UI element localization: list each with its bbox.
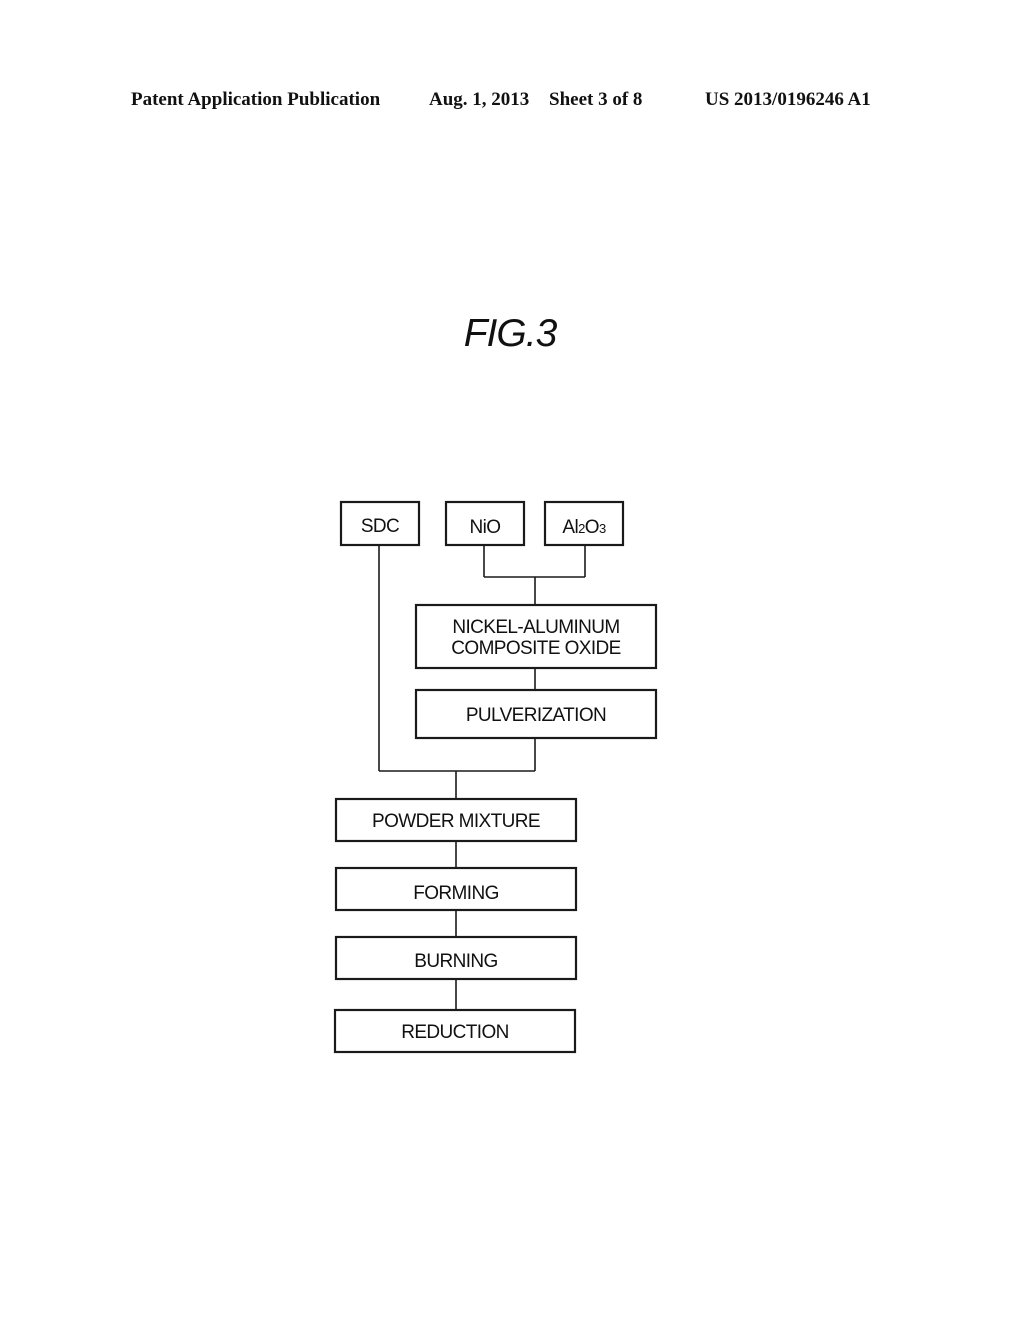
node-reduction: REDUCTION — [333, 1008, 577, 1054]
node-nio-label: NiO — [470, 517, 501, 538]
node-al2o3: Al2O3 — [543, 500, 625, 547]
node-burning: BURNING — [334, 935, 578, 981]
node-nio: NiO — [444, 500, 526, 547]
node-composite-label-line2: COMPOSITE OXIDE — [451, 638, 620, 659]
node-forming-label: FORMING — [413, 883, 499, 904]
node-burning-label: BURNING — [414, 951, 497, 972]
node-nickel-aluminum-composite-oxide: NICKEL-ALUMINUM COMPOSITE OXIDE — [414, 603, 658, 670]
node-reduction-label: REDUCTION — [401, 1022, 509, 1043]
node-pulverization: PULVERIZATION — [414, 688, 658, 740]
node-powder-mixture: POWDER MIXTURE — [334, 797, 578, 843]
node-powder-mixture-label: POWDER MIXTURE — [372, 811, 540, 832]
process-flow-diagram: SDC NiO Al2O3 NICKEL-ALUMINUM COMPOSITE … — [333, 500, 658, 1054]
node-sdc: SDC — [339, 500, 421, 547]
node-composite-label-line1: NICKEL-ALUMINUM — [452, 617, 619, 638]
node-sdc-label: SDC — [361, 516, 399, 537]
node-pulverization-label: PULVERIZATION — [466, 705, 606, 726]
node-forming: FORMING — [334, 866, 578, 912]
node-al2o3-label: Al2O3 — [562, 517, 606, 538]
